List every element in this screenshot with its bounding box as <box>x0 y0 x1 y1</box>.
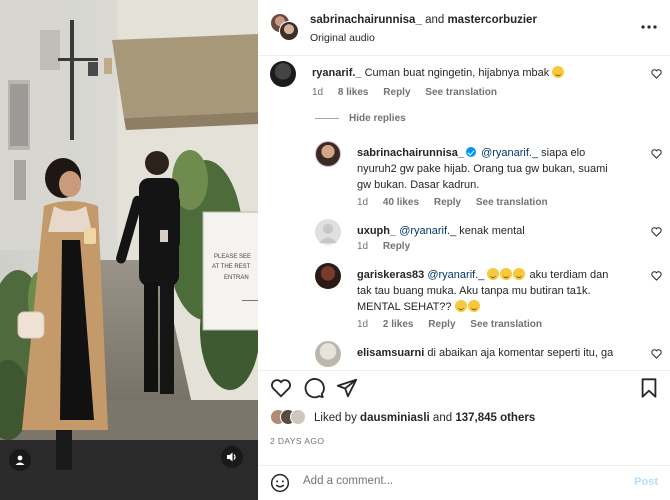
post-button[interactable]: Post <box>634 476 658 488</box>
liked-by-user-link[interactable]: dausminiasli <box>360 412 430 424</box>
reply-item: sabrinachairunnisa_ @ryanarif._ siapa el… <box>315 141 662 211</box>
comment-text: uxuph_ @ryanarif._ kenak mental <box>357 223 615 239</box>
reply-item: elisamsuarni di abaikan aja komentar sep… <box>315 341 662 370</box>
bookmark-icon[interactable] <box>638 377 660 399</box>
author-primary-link[interactable]: sabrinachairunnisa_ <box>310 14 422 26</box>
comment-likes[interactable]: 40 likes <box>383 197 419 208</box>
collab-avatars[interactable] <box>270 13 300 43</box>
comment-text: sabrinachairunnisa_ @ryanarif._ siapa el… <box>357 145 615 193</box>
post-media[interactable]: PLEASE SEE AT THE REST ENTRAN <box>0 0 258 500</box>
grin-emoji-icon <box>454 300 467 312</box>
post-date[interactable]: 2 DAYS AGO <box>270 436 324 446</box>
reply-button[interactable]: Reply <box>434 197 461 208</box>
comment-username[interactable]: uxuph_ <box>357 225 396 237</box>
comment-meta: 1d 8 likes Reply See translation <box>312 87 509 98</box>
likes-summary: Liked by dausminiasli and 137,845 others <box>270 409 535 427</box>
reply-button[interactable]: Reply <box>428 319 455 330</box>
grin-emoji-icon <box>513 268 526 280</box>
comment-input[interactable] <box>303 475 603 487</box>
send-icon[interactable] <box>336 377 358 399</box>
comment-text: gariskeras83 @ryanarif._ aku terdiam dan… <box>357 267 615 315</box>
mention-link[interactable]: @ryanarif._ <box>399 225 456 237</box>
comment-text: ryanarif._ Cuman buat ngingetin, hijabny… <box>312 65 602 81</box>
comment-username[interactable]: elisamsuarni <box>357 347 424 359</box>
comment-age: 1d <box>312 87 324 98</box>
reply-button[interactable]: Reply <box>383 241 410 252</box>
comment-username[interactable]: ryanarif._ <box>312 67 362 79</box>
grin-emoji-icon <box>500 268 513 280</box>
heart-icon[interactable] <box>651 271 662 281</box>
sign-text-line-3: ENTRAN <box>224 275 249 281</box>
heart-icon[interactable] <box>651 149 662 159</box>
hide-replies-button[interactable]: Hide replies <box>315 113 406 124</box>
comment-likes[interactable]: 8 likes <box>338 87 369 98</box>
heart-icon[interactable] <box>651 69 662 79</box>
comment-age: 1d <box>357 197 369 208</box>
grimace-emoji-icon <box>552 66 565 78</box>
avatar[interactable] <box>315 263 341 289</box>
liked-by-others-link[interactable]: 137,845 others <box>455 412 535 424</box>
heart-icon[interactable] <box>651 349 662 359</box>
post-actions: Liked by dausminiasli and 137,845 others… <box>258 370 670 500</box>
comment-meta: 1d Reply <box>357 241 422 252</box>
post-header: sabrinachairunnisa_ and mastercorbuzier … <box>258 0 670 56</box>
avatar[interactable] <box>279 21 299 41</box>
verified-badge-icon <box>466 147 476 157</box>
mention-link[interactable]: @ryanarif._ <box>481 147 538 159</box>
comment-item: ryanarif._ Cuman buat ngingetin, hijabny… <box>270 61 662 105</box>
sign-text-line-2: AT THE REST <box>212 264 251 270</box>
audio-link[interactable]: Original audio <box>310 32 375 44</box>
comment-meta: 1d 2 likes Reply See translation <box>357 319 554 330</box>
author-joiner: and <box>425 14 445 26</box>
author-secondary-link[interactable]: mastercorbuzier <box>447 14 536 26</box>
comment-body: kenak mental <box>459 225 525 237</box>
avatar[interactable] <box>315 341 341 367</box>
comment-likes[interactable]: 2 likes <box>383 319 414 330</box>
comment-username[interactable]: sabrinachairunnisa_ <box>357 147 464 159</box>
comment-composer: Post <box>258 465 670 500</box>
post-authors: sabrinachairunnisa_ and mastercorbuzier <box>310 14 537 26</box>
video-frame: PLEASE SEE AT THE REST ENTRAN <box>0 0 258 500</box>
comment-age: 1d <box>357 241 369 252</box>
comment-age: 1d <box>357 319 369 330</box>
comment-body: di abaikan aja komentar seperti itu, ga <box>427 347 614 359</box>
comment-text: elisamsuarni di abaikan aja komentar sep… <box>357 345 615 361</box>
avatar[interactable] <box>315 141 341 167</box>
sign-text-line-1: PLEASE SEE <box>214 254 251 260</box>
reply-item: gariskeras83 @ryanarif._ aku terdiam dan… <box>315 263 662 333</box>
reply-button[interactable]: Reply <box>383 87 410 98</box>
speaker-icon[interactable] <box>221 446 243 468</box>
comment-icon[interactable] <box>303 377 325 399</box>
liked-by-avatars[interactable] <box>270 409 308 427</box>
user-icon[interactable] <box>9 449 31 471</box>
post-side-panel: sabrinachairunnisa_ and mastercorbuzier … <box>258 0 670 500</box>
grin-emoji-icon <box>487 268 500 280</box>
comment-meta: 1d 40 likes Reply See translation <box>357 197 560 208</box>
heart-icon[interactable] <box>651 227 662 237</box>
emoji-picker-icon[interactable] <box>270 473 290 493</box>
see-translation-button[interactable]: See translation <box>425 87 497 98</box>
liked-by-joiner: and <box>432 412 453 424</box>
avatar[interactable] <box>315 219 341 245</box>
grin-emoji-icon <box>467 300 480 312</box>
divider-line <box>315 118 339 119</box>
default-avatar-icon <box>319 224 337 243</box>
reply-item: uxuph_ @ryanarif._ kenak mental 1d Reply <box>315 219 662 259</box>
comment-body: Cuman buat ngingetin, hijabnya mbak <box>364 67 550 79</box>
see-translation-button[interactable]: See translation <box>470 319 542 330</box>
heart-icon[interactable] <box>270 377 292 399</box>
see-translation-button[interactable]: See translation <box>476 197 548 208</box>
more-horizontal-icon[interactable] <box>641 20 657 32</box>
hide-replies-label: Hide replies <box>349 113 406 124</box>
avatar[interactable] <box>270 61 296 87</box>
liked-by-prefix: Liked by <box>314 412 357 424</box>
comment-username[interactable]: gariskeras83 <box>357 269 424 281</box>
comments-list[interactable]: ryanarif._ Cuman buat ngingetin, hijabny… <box>258 57 670 370</box>
mention-link[interactable]: @ryanarif._ <box>427 269 484 281</box>
